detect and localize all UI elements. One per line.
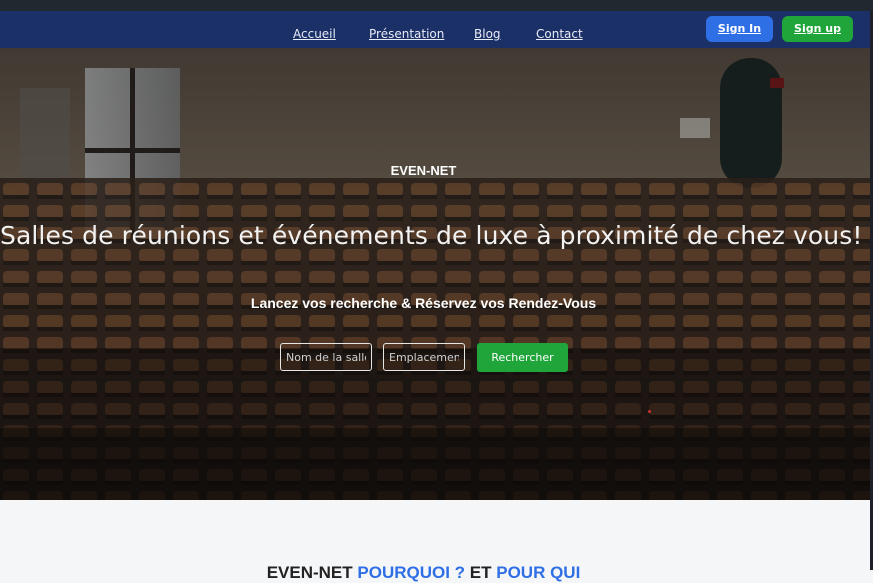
search-button[interactable]: Rechercher bbox=[477, 343, 568, 372]
hero-subheadline: Lancez vos recherche & Réservez vos Rend… bbox=[250, 295, 597, 311]
nav-link-presentation[interactable]: Présentation bbox=[369, 27, 444, 41]
hero-section: EVEN-NET Salles de réunions et événement… bbox=[0, 48, 870, 500]
location-input[interactable] bbox=[383, 343, 465, 371]
cursor-dot bbox=[648, 410, 651, 413]
nav-link-blog[interactable]: Blog bbox=[474, 27, 501, 41]
section-title: EVEN-NET POURQUOI ? ET POUR QUI bbox=[266, 563, 581, 582]
hero-headline: Salles de réunions et événements de luxe… bbox=[0, 221, 863, 250]
room-name-input[interactable] bbox=[280, 343, 372, 371]
nav-link-accueil[interactable]: Accueil bbox=[293, 27, 336, 41]
sign-in-button[interactable]: Sign In bbox=[706, 16, 773, 42]
browser-top-strip bbox=[0, 0, 873, 11]
nav-link-contact[interactable]: Contact bbox=[536, 27, 583, 41]
hero-overlay bbox=[0, 48, 870, 500]
brand-name: EVEN-NET bbox=[390, 163, 457, 178]
sign-up-button[interactable]: Sign up bbox=[782, 16, 853, 42]
navbar: Accueil Présentation Blog Contact Sign I… bbox=[0, 11, 870, 48]
